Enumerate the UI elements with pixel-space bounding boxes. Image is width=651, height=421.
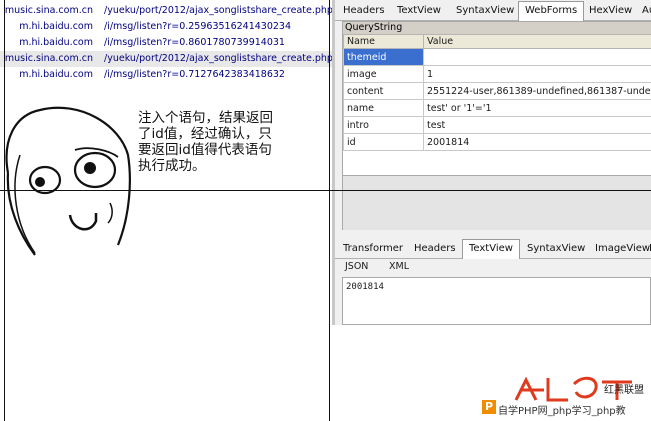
tab-transformer[interactable]: Transformer bbox=[337, 240, 409, 257]
right-pupil bbox=[84, 162, 96, 174]
param-name: id bbox=[343, 133, 424, 151]
divider-center bbox=[329, 0, 330, 421]
divider-horizontal bbox=[0, 190, 651, 191]
querystring-row[interactable]: intro test bbox=[343, 116, 651, 134]
querystring-row[interactable]: image 1 bbox=[343, 65, 651, 83]
tab-response-textview[interactable]: TextView bbox=[462, 239, 520, 259]
querystring-empty-area bbox=[343, 175, 651, 230]
note-line: 了id值，经过确认，只 bbox=[138, 126, 272, 142]
session-row[interactable]: music.sina.com.cn/yueku/port/2012/ajax_s… bbox=[0, 3, 332, 19]
querystring-row[interactable]: themeid bbox=[343, 48, 651, 66]
site-watermark: 红黑联盟 P 自学PHP网_php学习_php教 bbox=[478, 372, 651, 421]
watermark-brand-text: 红黑联盟 bbox=[604, 385, 644, 396]
note-line: 注入个语句，结果返回 bbox=[138, 110, 273, 126]
session-url: /yueku/port/2012/ajax_songlistshare_crea… bbox=[104, 53, 332, 64]
session-row[interactable]: m.hi.baidu.com/i/msg/listen?r=0.86017807… bbox=[0, 35, 332, 51]
tab-response-more[interactable]: H bbox=[643, 240, 651, 257]
querystring-panel: QueryString Name Value themeid image 1 cont… bbox=[342, 21, 651, 230]
left-pupil bbox=[35, 177, 45, 187]
param-name: image bbox=[343, 65, 424, 83]
param-value bbox=[423, 48, 651, 66]
mouth bbox=[68, 213, 98, 231]
column-header-name[interactable]: Name bbox=[343, 34, 424, 49]
querystring-row[interactable]: name test' or '1'='1 bbox=[343, 99, 651, 117]
session-url: /i/msg/listen?r=0.25963516241430234 bbox=[104, 21, 292, 32]
session-row[interactable]: m.hi.baidu.com/i/msg/listen?r=0.25963516… bbox=[0, 19, 332, 35]
param-name: themeid bbox=[343, 48, 424, 66]
tab-auth[interactable]: Au bbox=[636, 2, 651, 19]
tab-response-syntaxview[interactable]: SyntaxView bbox=[521, 240, 591, 257]
tab-json[interactable]: JSON bbox=[339, 259, 374, 275]
param-value: test bbox=[423, 116, 651, 134]
nose-mark bbox=[107, 202, 113, 224]
request-inspector: Headers TextView SyntaxView WebForms Hex… bbox=[335, 0, 651, 325]
session-host: music.sina.com.cn bbox=[4, 53, 93, 64]
request-tab-bar: Headers TextView SyntaxView WebForms Hex… bbox=[335, 0, 651, 21]
rage-face-illustration bbox=[5, 106, 131, 256]
param-name: name bbox=[343, 99, 424, 117]
tab-webforms[interactable]: WebForms bbox=[518, 1, 585, 21]
querystring-row[interactable]: content 2551224-user,861389-undefined,861… bbox=[343, 82, 651, 100]
tab-headers[interactable]: Headers bbox=[337, 2, 391, 19]
response-subtab-bar: JSON XML bbox=[335, 258, 651, 276]
param-name: content bbox=[343, 82, 424, 100]
session-list: music.sina.com.cn/yueku/port/2012/ajax_s… bbox=[0, 0, 332, 82]
pane-splitter[interactable] bbox=[332, 0, 335, 325]
session-row[interactable]: m.hi.baidu.com/i/msg/listen?r=0.71276423… bbox=[0, 67, 332, 83]
param-value: test' or '1'='1 bbox=[423, 99, 651, 117]
param-value: 2551224-user,861389-undefined,861387-und… bbox=[423, 82, 651, 100]
session-host: music.sina.com.cn bbox=[4, 5, 93, 16]
watermark-site-text: 自学PHP网_php学习_php教 bbox=[498, 406, 626, 417]
session-host: m.hi.baidu.com bbox=[19, 21, 93, 32]
response-tab-bar: Transformer Headers TextView SyntaxView … bbox=[335, 238, 651, 259]
response-inspector: Transformer Headers TextView SyntaxView … bbox=[335, 238, 651, 325]
param-value: 1 bbox=[423, 65, 651, 83]
tab-imageview[interactable]: ImageView bbox=[589, 240, 651, 257]
tab-textview[interactable]: TextView bbox=[391, 2, 447, 19]
tab-response-headers[interactable]: Headers bbox=[408, 240, 462, 257]
note-line: 执行成功。 bbox=[138, 158, 206, 174]
querystring-caption: QueryString bbox=[343, 22, 651, 34]
column-header-value[interactable]: Value bbox=[423, 34, 651, 49]
session-host: m.hi.baidu.com bbox=[19, 37, 93, 48]
session-row[interactable]: music.sina.com.cn/yueku/port/2012/ajax_s… bbox=[0, 51, 332, 67]
note-line: 要返回id值得代表语句 bbox=[138, 142, 272, 158]
tab-xml[interactable]: XML bbox=[383, 259, 415, 275]
session-host: m.hi.baidu.com bbox=[19, 69, 93, 80]
querystring-row[interactable]: id 2001814 bbox=[343, 133, 651, 151]
param-name: intro bbox=[343, 116, 424, 134]
session-url: /i/msg/listen?r=0.8601780739914031 bbox=[104, 37, 285, 48]
php-logo-icon: P bbox=[482, 400, 496, 414]
querystring-table: Name Value themeid image 1 content 2551224-u… bbox=[343, 34, 651, 151]
session-url: /yueku/port/2012/ajax_songlistshare_crea… bbox=[104, 5, 332, 16]
session-url: /i/msg/listen?r=0.7127642383418632 bbox=[104, 69, 285, 80]
annotation-note: 注入个语句，结果返回 了id值，经过确认，只 要返回id值得代表语句 执行成功。 bbox=[138, 110, 308, 174]
response-body-text[interactable]: 2001814 bbox=[342, 277, 651, 325]
tab-syntaxview[interactable]: SyntaxView bbox=[450, 2, 520, 19]
param-value: 2001814 bbox=[423, 133, 651, 151]
tab-hexview[interactable]: HexView bbox=[583, 2, 638, 19]
divider-left bbox=[4, 0, 5, 421]
